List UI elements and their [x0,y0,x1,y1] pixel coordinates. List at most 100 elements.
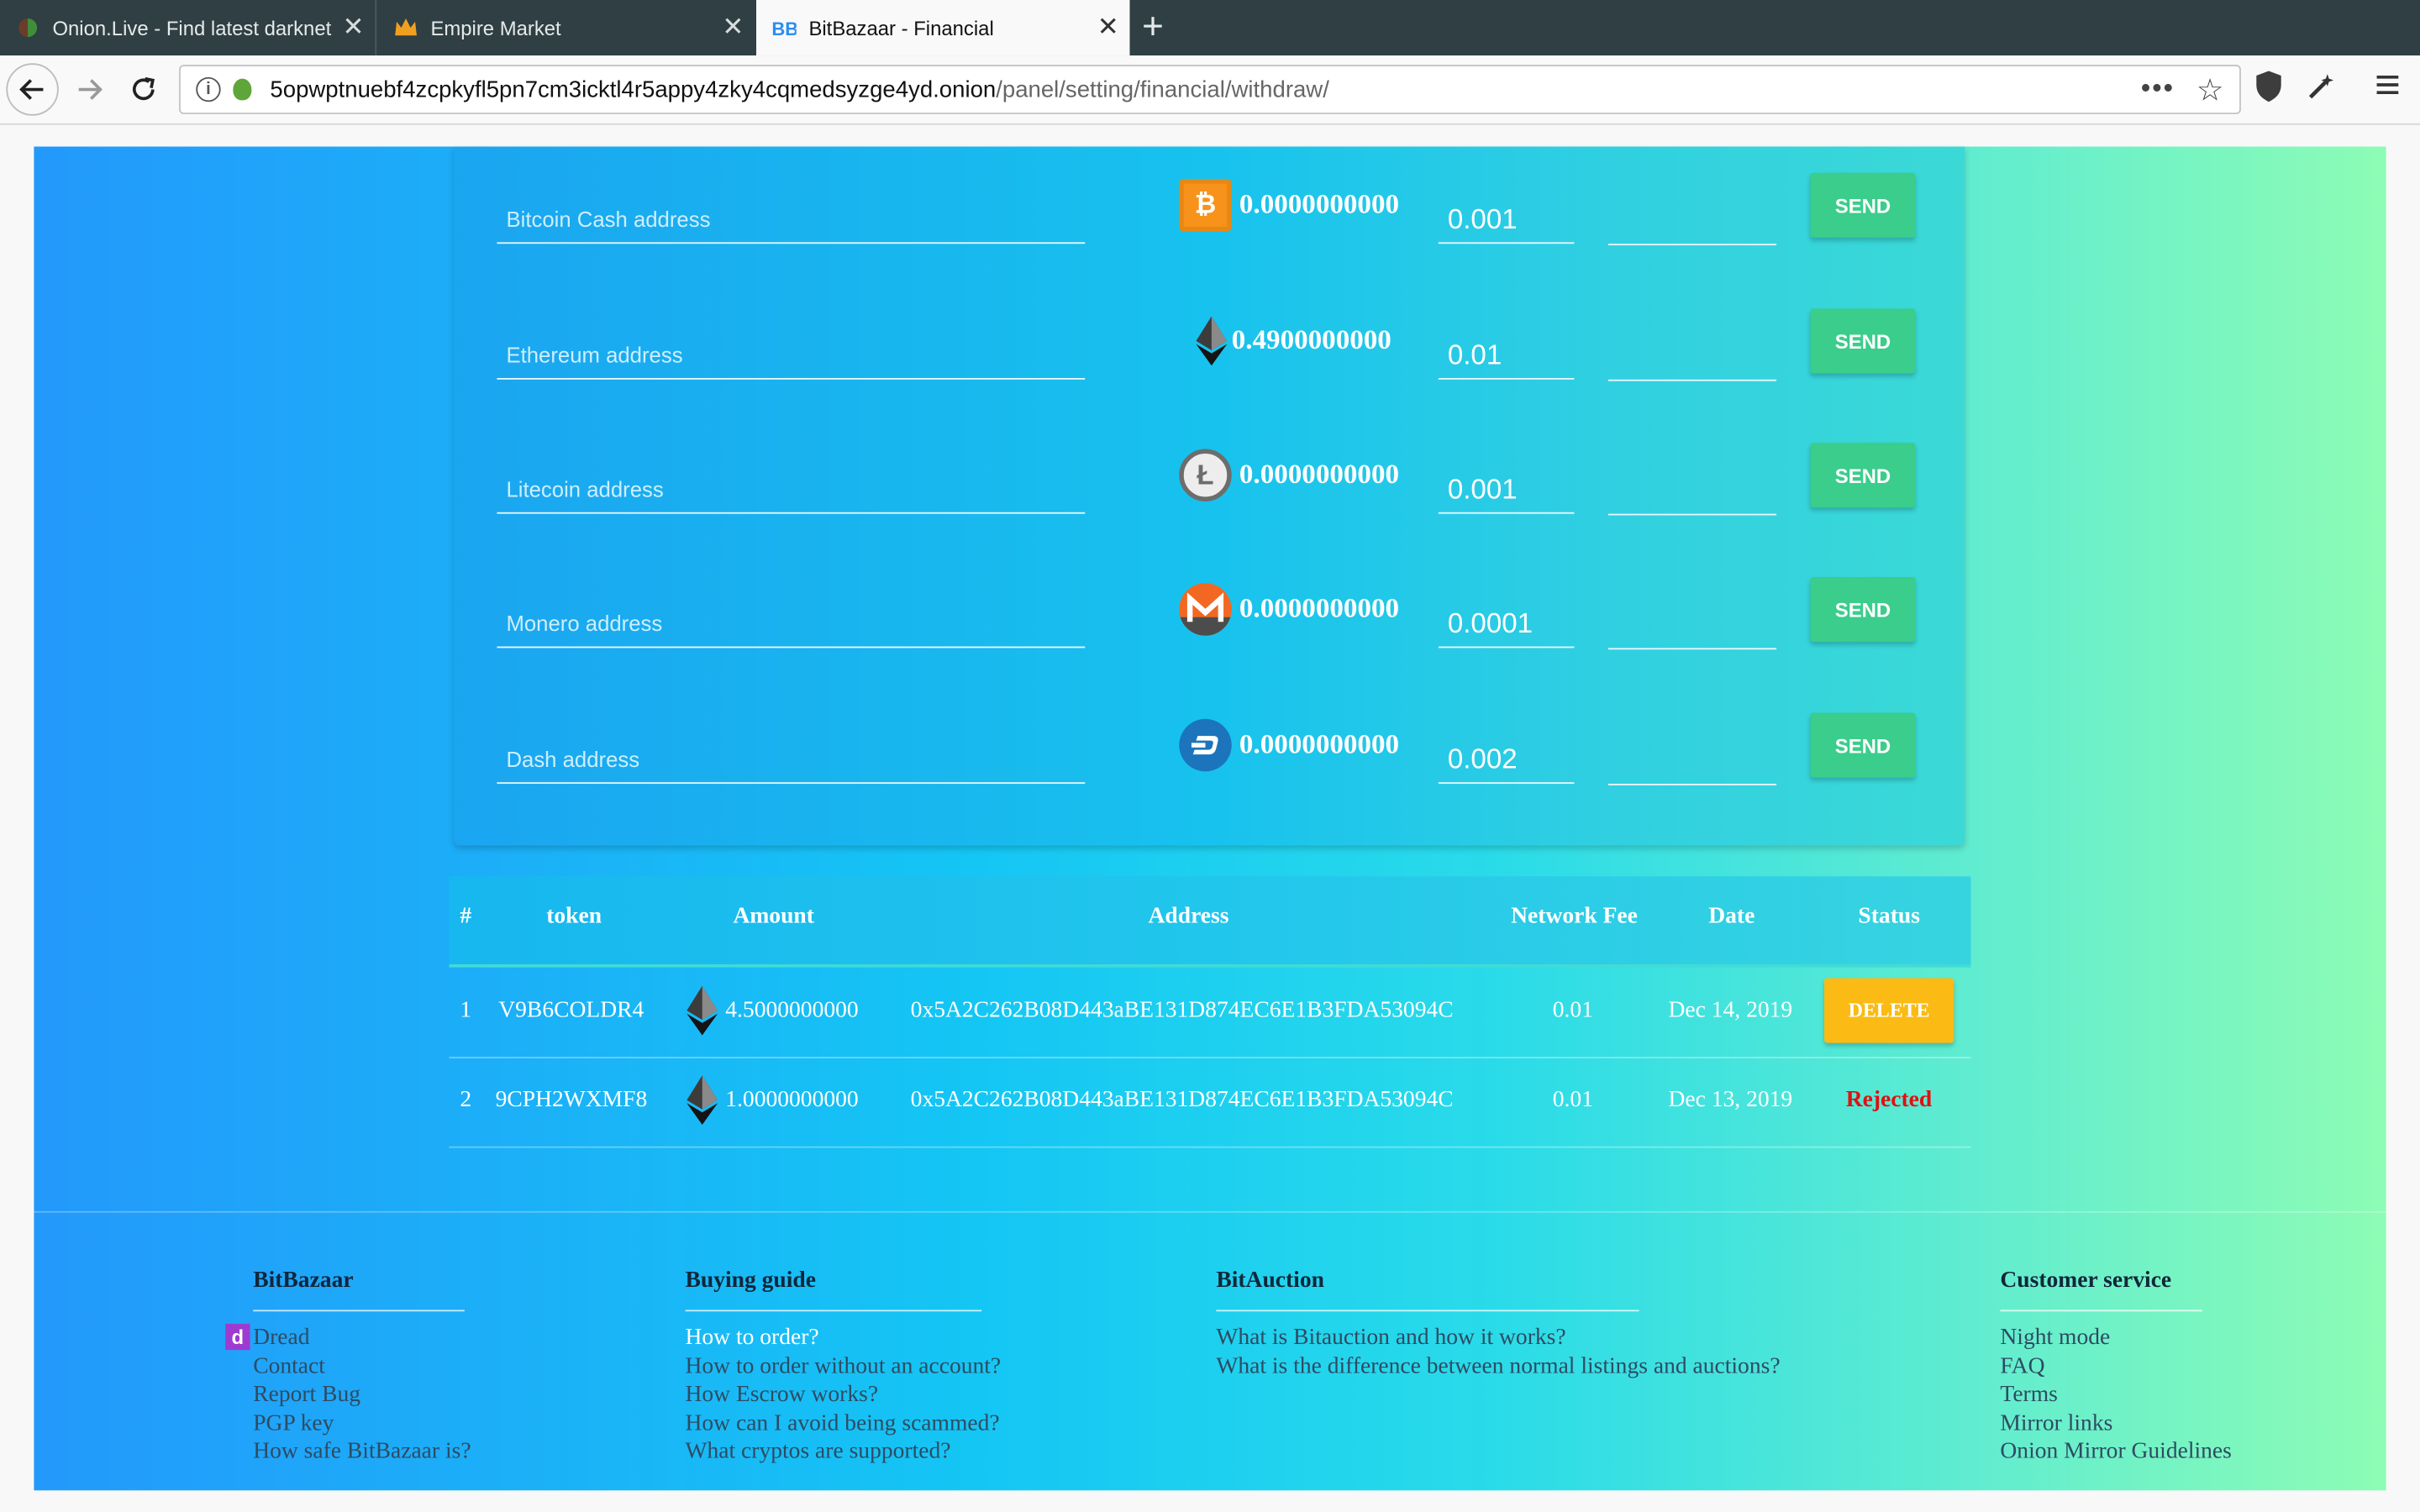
back-button[interactable] [6,63,59,116]
bitbazaar-favicon-icon: BB [771,15,796,39]
dash-icon [1179,718,1232,772]
dash-address-input[interactable]: Dash address [497,725,1086,785]
monero-amount-input[interactable]: 0.0001 [1438,590,1575,648]
empire-crown-icon [393,15,418,39]
header-token: token [546,904,602,929]
row-network-fee: 0.01 [1552,1087,1593,1113]
hamburger-menu-icon[interactable] [2374,71,2402,106]
close-tab-icon[interactable]: ✕ [1086,13,1129,44]
tab-onion-live[interactable]: Onion.Live - Find latest darknet ✕ [0,0,377,56]
ethereum-icon [687,985,718,1036]
footer-link-cryptos[interactable]: What cryptos are supported? [686,1439,982,1467]
table-row: 2 9CPH2WXMF8 1.0000000000 0x5A2C262B08D4… [449,1057,1971,1148]
footer-link-how-safe[interactable]: How safe BitBazaar is? [253,1439,471,1467]
footer-link-pgp-key[interactable]: PGP key [253,1410,465,1438]
ethereum-icon [1186,315,1238,367]
litecoin-address-input[interactable]: Litecoin address [497,455,1086,514]
litecoin-extra-input[interactable] [1607,455,1777,516]
ethereum-address-input[interactable]: Ethereum address [497,321,1086,380]
tab-bitbazaar-financial[interactable]: BB BitBazaar - Financial ✕ [756,0,1130,56]
row-date: Dec 14, 2019 [1668,998,1793,1023]
withdraw-row-ethereum: Ethereum address 0.4900000000 0.01 SEND [454,308,1965,395]
footer-column-customer-service: Customer service Night mode FAQ Terms Mi… [2000,1268,2232,1467]
litecoin-balance: 0.0000000000 [1239,458,1399,490]
footer-link-escrow[interactable]: How Escrow works? [686,1381,982,1410]
onion-icon [233,78,252,101]
page-content: Bitcoin Cash address ₿ 0.0000000000 0.00… [34,146,2386,1491]
bitcoin-cash-extra-input[interactable] [1607,185,1777,246]
new-tab-plus-icon[interactable]: + [1142,6,1164,49]
url-path: /panel/setting/financial/withdraw/ [996,76,1329,103]
header-status: Status [1858,904,1920,929]
withdraw-row-monero: Monero address 0.0000000000 0.0001 SEND [454,576,1965,664]
footer-link-night-mode[interactable]: Night mode [2000,1324,2202,1352]
withdraw-row-dash: Dash address 0.0000000000 0.002 SEND [454,712,1965,800]
litecoin-amount-input[interactable]: 0.001 [1438,455,1575,514]
send-button-bitcoin-cash[interactable]: SEND [1810,172,1916,238]
row-address: 0x5A2C262B08D443aBE131D874EC6E1B3FDA5309… [910,998,1454,1023]
row-token: V9B6COLDR4 [498,998,644,1023]
ethereum-amount-input[interactable]: 0.01 [1438,321,1575,380]
litecoin-icon: Ł [1179,449,1232,501]
footer-link-onion-mirror-guidelines[interactable]: Onion Mirror Guidelines [2000,1439,2231,1467]
reload-button[interactable] [118,65,168,114]
monero-extra-input[interactable] [1607,590,1777,650]
footer-heading: Customer service [2000,1268,2172,1294]
divider [253,1310,465,1312]
site-info-icon[interactable]: i [196,76,221,102]
tab-title: Empire Market [430,16,561,39]
header-network-fee: Network Fee [1511,904,1638,929]
svg-text:BB: BB [771,18,796,39]
footer-link-report-bug[interactable]: Report Bug [253,1381,465,1410]
send-button-litecoin[interactable]: SEND [1810,443,1916,508]
page-actions-icon[interactable]: ••• [2141,72,2175,105]
ethereum-icon [687,1075,718,1125]
row-number: 1 [460,998,472,1023]
tab-empire-market[interactable]: Empire Market ✕ [378,0,755,55]
close-tab-icon[interactable]: ✕ [712,13,755,44]
send-button-monero[interactable]: SEND [1810,576,1916,643]
magic-wand-icon[interactable] [2306,71,2337,109]
footer-link-contact[interactable]: Contact [253,1352,465,1381]
ethereum-balance: 0.4900000000 [1231,323,1392,355]
dash-amount-input[interactable]: 0.002 [1438,725,1575,785]
row-amount: 4.5000000000 [725,998,859,1023]
status-rejected: Rejected [1845,1087,1933,1113]
footer-heading: Buying guide [685,1268,816,1294]
forward-button[interactable] [65,65,114,114]
table-row: 1 V9B6COLDR4 4.5000000000 0x5A2C262B08D4… [449,968,1971,1058]
footer-link-terms[interactable]: Terms [2000,1381,2202,1410]
footer-link-how-to-order[interactable]: How to order? [686,1324,982,1352]
footer-link-order-without-account[interactable]: How to order without an account? [686,1352,1002,1381]
bitcoin-cash-amount-input[interactable]: 0.001 [1438,185,1575,244]
footer-column-buying-guide: Buying guide How to order? How to order … [685,1268,1002,1467]
footer-link-listings-vs-auctions[interactable]: What is the difference between normal li… [1216,1352,1780,1381]
address-bar[interactable]: i 5opwptnuebf4zcpkyfl5pn7cm3icktl4r5appy… [179,65,2241,114]
dread-icon: d [225,1323,250,1351]
header-number: # [460,904,472,929]
tab-title: Onion.Live - Find latest darknet [52,16,332,39]
shield-icon[interactable] [2254,70,2285,112]
bitcoin-cash-address-input[interactable]: Bitcoin Cash address [497,185,1086,244]
footer-column-bitbazaar: BitBazaar d Dread Contact Report Bug PGP… [225,1268,471,1467]
row-number: 2 [460,1087,472,1113]
footer-link-avoid-scam[interactable]: How can I avoid being scammed? [686,1410,1000,1438]
bookmark-star-icon[interactable]: ☆ [2196,71,2224,109]
send-button-dash[interactable]: SEND [1810,712,1916,778]
divider [2000,1310,2203,1312]
ethereum-extra-input[interactable] [1607,321,1777,381]
send-button-ethereum[interactable]: SEND [1810,308,1916,374]
delete-button[interactable]: DELETE [1824,978,1954,1043]
url-text: 5opwptnuebf4zcpkyfl5pn7cm3icktl4r5appy4z… [270,76,1328,102]
navigation-toolbar: i 5opwptnuebf4zcpkyfl5pn7cm3icktl4r5appy… [0,55,2420,125]
footer-link-faq[interactable]: FAQ [2000,1352,2202,1381]
footer-heading: BitBazaar [253,1268,354,1294]
monero-address-input[interactable]: Monero address [497,590,1086,648]
monero-icon [1179,583,1232,636]
footer-link-mirror-links[interactable]: Mirror links [2000,1410,2202,1438]
dash-extra-input[interactable] [1607,725,1777,785]
footer-link-what-is-bitauction[interactable]: What is Bitauction and how it works? [1216,1324,1639,1352]
close-tab-icon[interactable]: ✕ [332,13,375,44]
footer-link-dread[interactable]: Dread [253,1324,465,1352]
tab-strip: Onion.Live - Find latest darknet ✕ Empir… [0,0,2420,56]
